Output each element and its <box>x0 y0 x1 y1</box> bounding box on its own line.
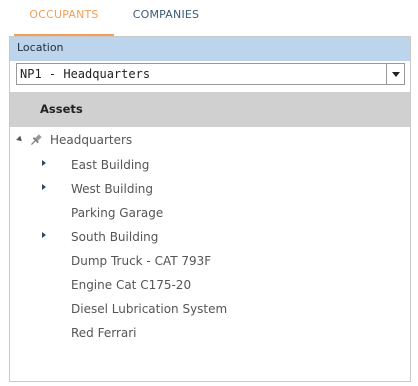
tree-node-red-ferrari[interactable]: Red Ferrari <box>71 323 137 343</box>
location-panel: Location NP1 - Headquarters Assets Headq… <box>9 36 411 382</box>
tree-node-south-building[interactable]: South Building <box>71 227 158 247</box>
pin-icon <box>29 132 43 146</box>
tree-expand-toggle-headquarters[interactable] <box>17 135 25 143</box>
tree-expand-toggle-south-building[interactable] <box>40 231 48 239</box>
tree-node-diesel-lubrication-system[interactable]: Diesel Lubrication System <box>71 299 227 319</box>
tree-node-engine-cat[interactable]: Engine Cat C175-20 <box>71 275 191 295</box>
tree-node-dump-truck[interactable]: Dump Truck - CAT 793F <box>71 251 211 271</box>
tab-bar: OCCUPANTS COMPANIES <box>0 0 418 36</box>
tree-node-west-building[interactable]: West Building <box>71 179 153 199</box>
asset-tree: Headquarters East Building West Building… <box>10 129 410 379</box>
tree-expand-toggle-east-building[interactable] <box>40 159 48 167</box>
tree-node-east-building[interactable]: East Building <box>71 155 149 175</box>
tree-node-parking-garage[interactable]: Parking Garage <box>71 203 163 223</box>
tab-occupants[interactable]: OCCUPANTS <box>14 0 114 36</box>
location-select[interactable]: NP1 - Headquarters <box>16 63 405 85</box>
tree-expand-toggle-west-building[interactable] <box>40 183 48 191</box>
chevron-down-icon[interactable] <box>386 64 404 84</box>
tab-companies[interactable]: COMPANIES <box>118 0 214 36</box>
assets-header: Assets <box>10 92 410 127</box>
tree-node-headquarters[interactable]: Headquarters <box>50 130 132 150</box>
location-header: Location <box>10 37 410 61</box>
location-select-value: NP1 - Headquarters <box>20 67 151 81</box>
